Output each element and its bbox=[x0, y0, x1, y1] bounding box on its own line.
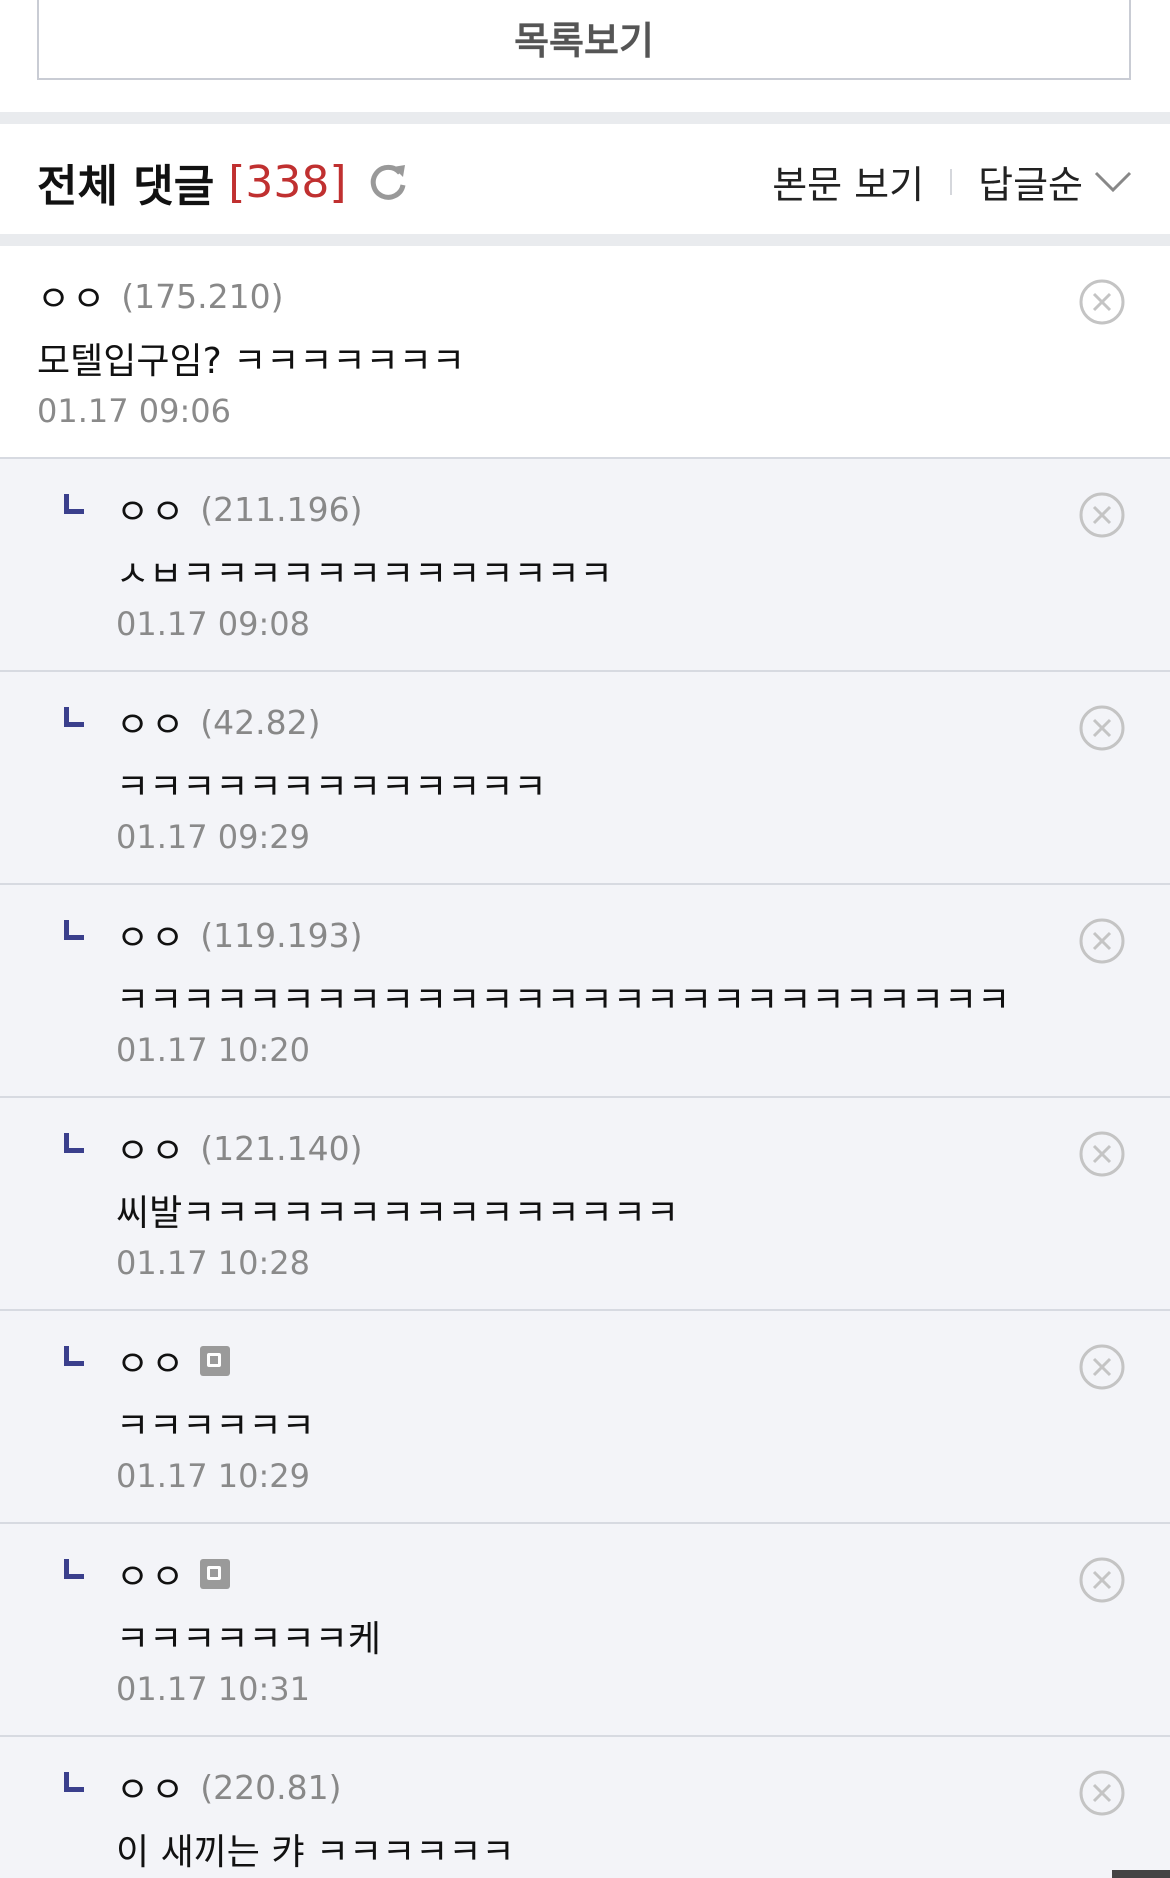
delete-icon[interactable] bbox=[1078, 917, 1126, 965]
comment-text: ㅋㅋㅋㅋㅋㅋㅋ케 bbox=[116, 1619, 381, 1660]
reply-item: ㅇㅇ (119.193) ㅋㅋㅋㅋㅋㅋㅋㅋㅋㅋㅋㅋㅋㅋㅋㅋㅋㅋㅋㅋㅋㅋㅋㅋㅋㅋㅋ… bbox=[0, 885, 1170, 1098]
comment-date: 01.17 09:08 bbox=[116, 605, 310, 643]
comment-ip: (42.82) bbox=[200, 702, 321, 742]
delete-icon[interactable] bbox=[1078, 1130, 1126, 1178]
comment-date: 01.17 10:20 bbox=[116, 1031, 310, 1069]
reply-mark-icon bbox=[64, 1346, 84, 1366]
comment-date: 01.17 09:29 bbox=[116, 818, 310, 856]
comment-nickname[interactable]: ㅇㅇ bbox=[116, 1548, 186, 1600]
comment-date: 01.17 10:31 bbox=[116, 1670, 310, 1708]
comment-ip: (211.196) bbox=[200, 489, 363, 529]
chevron-down-icon[interactable] bbox=[1093, 169, 1133, 195]
comment-date: 01.17 10:28 bbox=[116, 1244, 310, 1282]
reply-mark-icon bbox=[64, 707, 84, 727]
fixed-nick-icon bbox=[200, 1559, 231, 1589]
comment-ip: (119.193) bbox=[200, 915, 363, 955]
comment-title: 전체 댓글 bbox=[37, 161, 215, 212]
delete-icon[interactable] bbox=[1078, 491, 1126, 539]
comment-nickname[interactable]: ㅇㅇ bbox=[116, 909, 186, 961]
reply-item: ㅇㅇ (211.196) ㅅㅂㅋㅋㅋㅋㅋㅋㅋㅋㅋㅋㅋㅋㅋ 01.17 09:08 bbox=[0, 459, 1170, 672]
delete-icon[interactable] bbox=[1078, 1343, 1126, 1391]
reply-mark-icon bbox=[64, 1772, 84, 1792]
comment-header-title: 전체 댓글 [338] bbox=[37, 150, 409, 214]
comment-ip: (121.140) bbox=[200, 1128, 363, 1168]
delete-icon[interactable] bbox=[1078, 1556, 1126, 1604]
delete-icon[interactable] bbox=[1078, 704, 1126, 752]
reply-item: ㅇㅇ (220.81) 이 새끼는 캬 ㅋㅋㅋㅋㅋㅋ bbox=[0, 1737, 1170, 1878]
comment-header: 전체 댓글 [338] 본문 보기 답글순 bbox=[0, 124, 1170, 234]
comment-date: 01.17 09:06 bbox=[37, 392, 231, 430]
delete-icon[interactable] bbox=[1078, 1769, 1126, 1817]
view-post-link[interactable]: 본문 보기 bbox=[772, 154, 924, 209]
delete-icon[interactable] bbox=[1078, 278, 1126, 326]
divider bbox=[0, 112, 1170, 124]
fixed-nick-icon bbox=[200, 1346, 231, 1376]
comment-nickname[interactable]: ㅇㅇ bbox=[116, 1335, 186, 1387]
bottom-edge-bar bbox=[1112, 1870, 1170, 1878]
comment-nickname[interactable]: ㅇㅇ bbox=[116, 483, 186, 535]
comment-text: ㅅㅂㅋㅋㅋㅋㅋㅋㅋㅋㅋㅋㅋㅋㅋ bbox=[116, 554, 613, 595]
reply-mark-icon bbox=[64, 1133, 84, 1153]
reply-mark-icon bbox=[64, 920, 84, 940]
separator bbox=[950, 168, 953, 195]
reply-item: ㅇㅇ ㅋㅋㅋㅋㅋㅋㅋ케 01.17 10:31 bbox=[0, 1524, 1170, 1737]
comment-item: ㅇㅇ (175.210) 모텔입구임? ㅋㅋㅋㅋㅋㅋㅋ 01.17 09:06 bbox=[0, 246, 1170, 459]
comment-nickname[interactable]: ㅇㅇ bbox=[116, 1761, 186, 1813]
reply-item: ㅇㅇ (42.82) ㅋㅋㅋㅋㅋㅋㅋㅋㅋㅋㅋㅋㅋ 01.17 09:29 bbox=[0, 672, 1170, 885]
comment-date: 01.17 10:29 bbox=[116, 1457, 310, 1495]
comment-ip: (175.210) bbox=[121, 276, 284, 316]
divider bbox=[0, 234, 1170, 246]
reply-mark-icon bbox=[64, 494, 84, 514]
comment-count: [338] bbox=[228, 156, 347, 208]
reply-item: ㅇㅇ (121.140) 씨발ㅋㅋㅋㅋㅋㅋㅋㅋㅋㅋㅋㅋㅋㅋㅋ 01.17 10:… bbox=[0, 1098, 1170, 1311]
list-view-button[interactable]: 목록보기 bbox=[37, 0, 1131, 80]
comment-text: 이 새끼는 캬 ㅋㅋㅋㅋㅋㅋ bbox=[116, 1832, 515, 1873]
sort-select[interactable]: 답글순 bbox=[978, 154, 1083, 209]
comment-text: 씨발ㅋㅋㅋㅋㅋㅋㅋㅋㅋㅋㅋㅋㅋㅋㅋ bbox=[116, 1193, 680, 1234]
reply-item: ㅇㅇ ㅋㅋㅋㅋㅋㅋ 01.17 10:29 bbox=[0, 1311, 1170, 1524]
list-button-area: 목록보기 bbox=[0, 0, 1170, 112]
comment-ip: (220.81) bbox=[200, 1767, 342, 1807]
comment-nickname[interactable]: ㅇㅇ bbox=[116, 696, 186, 748]
refresh-icon[interactable] bbox=[367, 161, 409, 203]
comment-nickname[interactable]: ㅇㅇ bbox=[37, 270, 107, 322]
comment-header-controls: 본문 보기 답글순 bbox=[772, 154, 1133, 209]
comment-text: ㅋㅋㅋㅋㅋㅋㅋㅋㅋㅋㅋㅋㅋ bbox=[116, 767, 547, 808]
comment-text: ㅋㅋㅋㅋㅋㅋㅋㅋㅋㅋㅋㅋㅋㅋㅋㅋㅋㅋㅋㅋㅋㅋㅋㅋㅋㅋㅋ bbox=[116, 980, 1011, 1021]
reply-mark-icon bbox=[64, 1559, 84, 1579]
comment-nickname[interactable]: ㅇㅇ bbox=[116, 1122, 186, 1174]
comment-text: 모텔입구임? ㅋㅋㅋㅋㅋㅋㅋ bbox=[37, 341, 465, 382]
comment-text: ㅋㅋㅋㅋㅋㅋ bbox=[116, 1406, 315, 1447]
